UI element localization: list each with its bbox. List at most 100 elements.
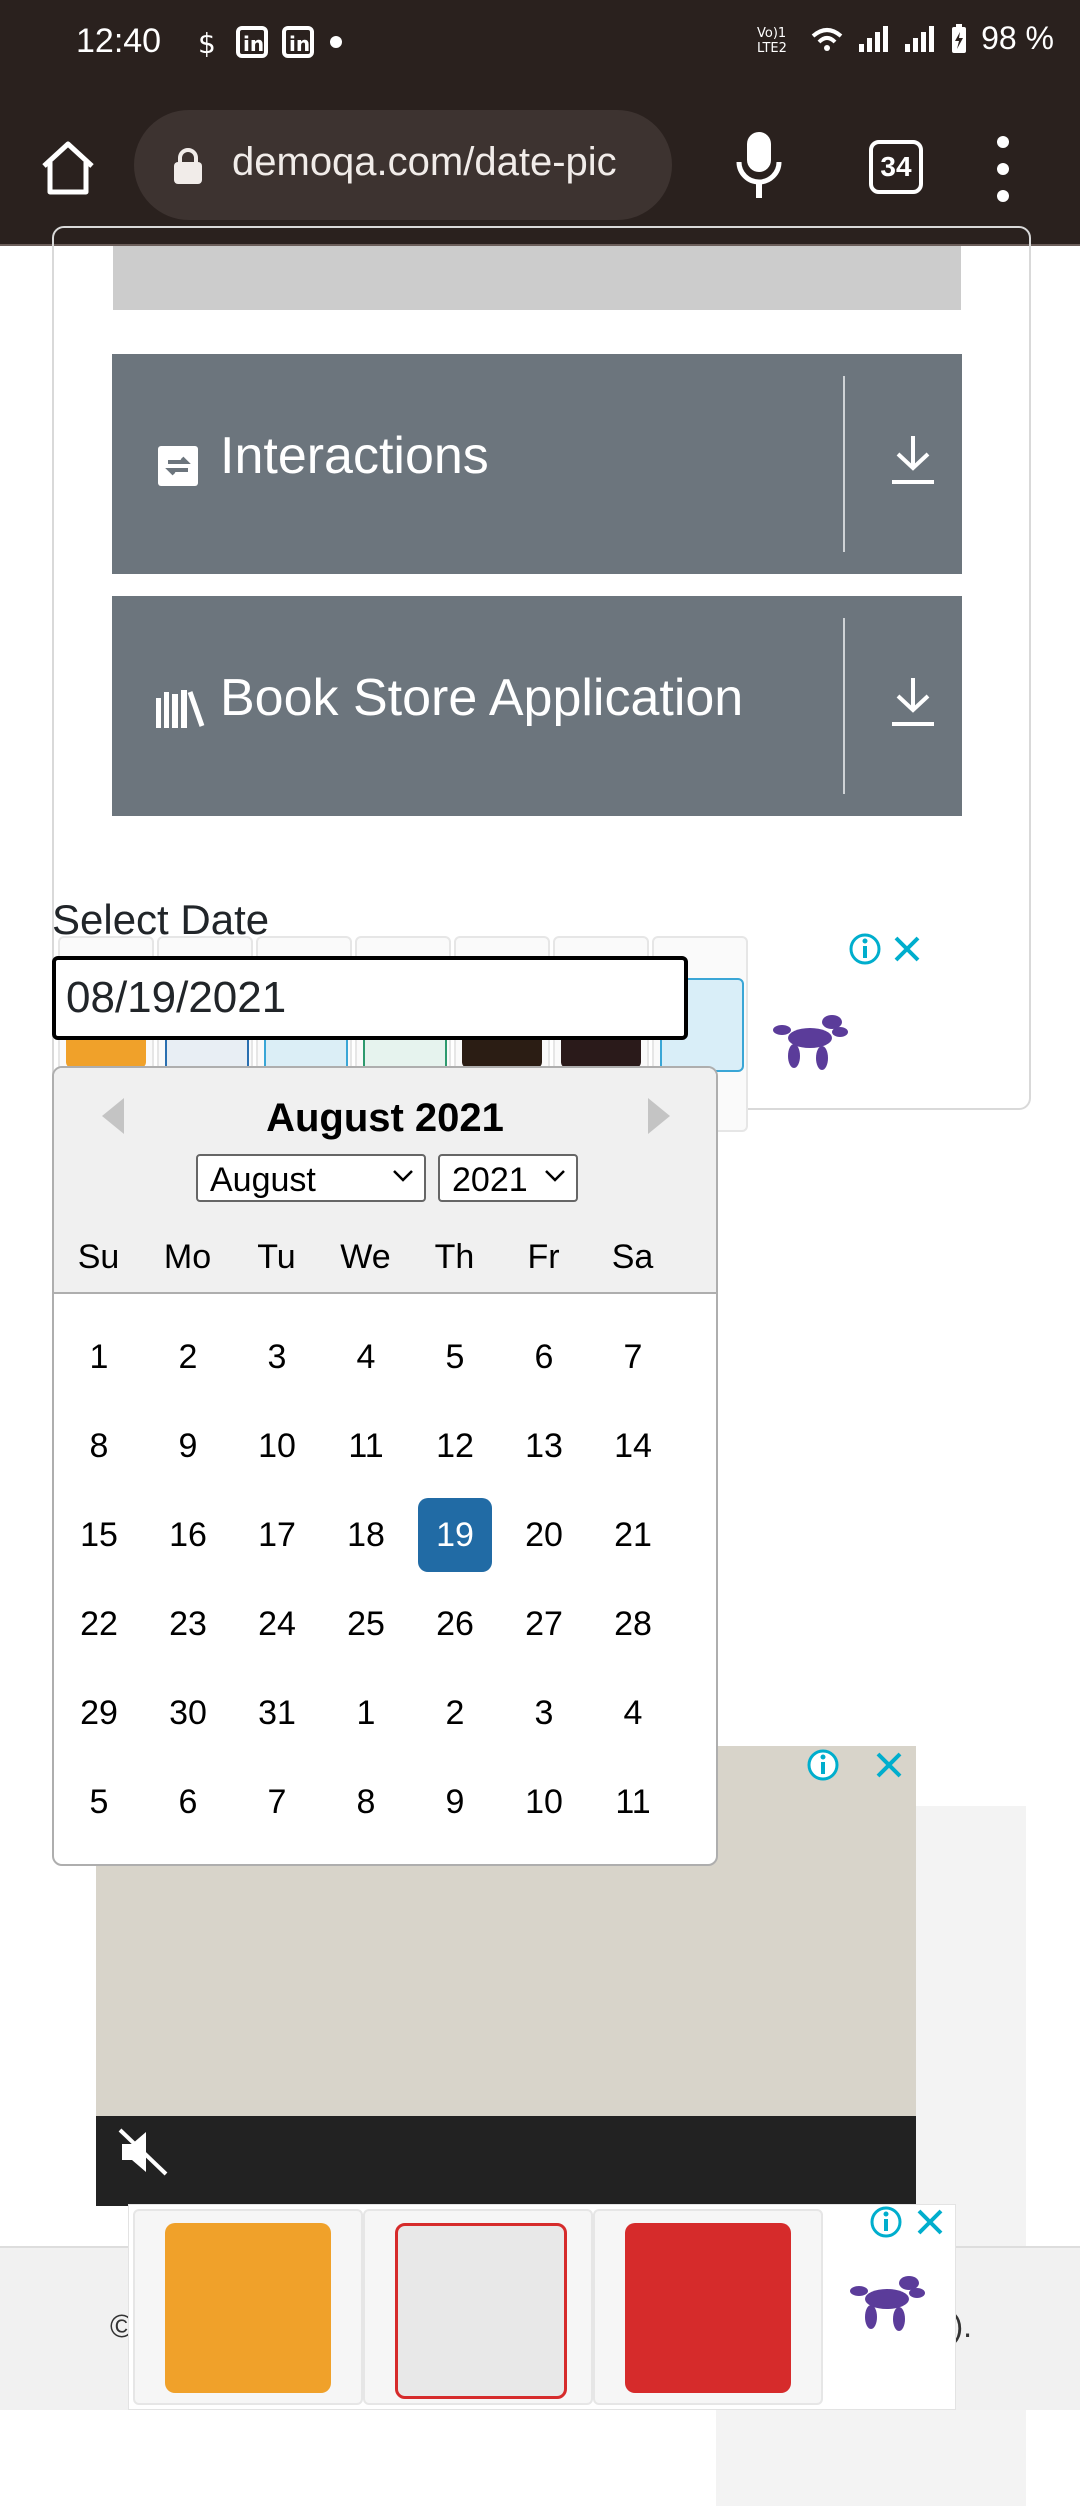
ad-controls (848, 932, 922, 966)
volte-icon: Vo)1LTE2 (757, 26, 787, 54)
year-select-value: 2021 (452, 1161, 528, 1199)
calendar-day[interactable]: 5 (418, 1320, 492, 1394)
mute-icon[interactable] (116, 2126, 172, 2178)
calendar-day[interactable]: 23 (151, 1587, 225, 1661)
video-frame (96, 2116, 916, 2206)
weekday-label: Fr (527, 1238, 560, 1276)
calendar-day[interactable]: 26 (418, 1587, 492, 1661)
svg-text:Vo)1: Vo)1 (757, 26, 786, 41)
calendar-day[interactable]: 7 (240, 1765, 314, 1839)
calendar-day[interactable]: 8 (329, 1765, 403, 1839)
calendar-day[interactable]: 30 (151, 1676, 225, 1750)
calendar-day[interactable]: 10 (507, 1765, 581, 1839)
calendar-day[interactable]: 1 (329, 1676, 403, 1750)
weekday-label: Mo (163, 1238, 212, 1276)
ad-info-icon[interactable] (806, 1748, 840, 1782)
calendar-day[interactable]: 13 (507, 1409, 581, 1483)
year-select[interactable]: 2021 (438, 1154, 578, 1202)
download-icon (892, 436, 934, 484)
calendar-day[interactable]: 1 (62, 1320, 136, 1394)
svg-text:in: in (289, 32, 310, 56)
calendar-day[interactable]: 29 (62, 1676, 136, 1750)
calendar-day[interactable]: 8 (62, 1409, 136, 1483)
calendar-day[interactable]: 15 (62, 1498, 136, 1572)
divider (843, 618, 845, 794)
bottom-ad-banner[interactable] (128, 2204, 956, 2410)
signal-icon (905, 25, 935, 52)
ad-product-image[interactable] (133, 2209, 363, 2405)
calendar-day[interactable]: 25 (329, 1587, 403, 1661)
wifi-icon (811, 27, 843, 51)
calendar-day[interactable]: 21 (596, 1498, 670, 1572)
weekday-label: Tu (257, 1238, 296, 1276)
address-bar[interactable]: demoqa.com/date-pic (134, 110, 672, 220)
next-month-button[interactable] (648, 1098, 670, 1134)
calendar-day[interactable]: 11 (329, 1409, 403, 1483)
calendar-day[interactable]: 2 (151, 1320, 225, 1394)
menu-card-label: Book Store Application (220, 669, 744, 727)
calendar-day[interactable]: 3 (507, 1676, 581, 1750)
calendar-day[interactable]: 24 (240, 1587, 314, 1661)
calendar-day[interactable]: 22 (62, 1587, 136, 1661)
calendar-day[interactable]: 9 (151, 1409, 225, 1483)
tab-switcher-button[interactable]: 34 (869, 140, 923, 194)
ad-info-icon[interactable] (848, 932, 882, 966)
calendar-day[interactable]: 3 (240, 1320, 314, 1394)
page-content: Interactions Book Store Application Sele… (0, 226, 1080, 2506)
calendar-day[interactable]: 27 (507, 1587, 581, 1661)
calendar-day[interactable]: 7 (596, 1320, 670, 1394)
calendar-day[interactable]: 31 (240, 1676, 314, 1750)
calendar-day[interactable]: 17 (240, 1498, 314, 1572)
calendar-day[interactable]: 5 (62, 1765, 136, 1839)
url-text: demoqa.com/date-pic (232, 140, 617, 184)
svg-text:$: $ (198, 27, 216, 57)
calendar-day[interactable]: 9 (418, 1765, 492, 1839)
calendar-day[interactable]: 18 (329, 1498, 403, 1572)
calendar-day[interactable]: 20 (507, 1498, 581, 1572)
month-select[interactable]: August (196, 1154, 426, 1202)
menu-card-book-store[interactable]: Book Store Application (112, 596, 962, 816)
calendar-day[interactable]: 16 (151, 1498, 225, 1572)
weekday-label: Sa (611, 1238, 654, 1276)
ad-close-icon[interactable] (915, 2207, 945, 2237)
ad-close-icon[interactable] (892, 934, 922, 964)
chevron-down-icon (393, 1170, 413, 1182)
linkedin-icon: in (236, 26, 268, 58)
calendar-day[interactable]: 28 (596, 1587, 670, 1661)
ad-product-image[interactable] (363, 2209, 593, 2405)
ad-info-icon[interactable] (869, 2205, 903, 2239)
overflow-menu-icon[interactable] (996, 134, 1010, 204)
calendar-day[interactable]: 12 (418, 1409, 492, 1483)
calendar-day[interactable]: 6 (507, 1320, 581, 1394)
calendar-day-selected[interactable]: 19 (418, 1498, 492, 1572)
calendar-day[interactable]: 14 (596, 1409, 670, 1483)
calendar-day[interactable]: 11 (596, 1765, 670, 1839)
download-icon (892, 678, 934, 726)
books-icon (156, 690, 205, 728)
calendar-title: August 2021 (266, 1096, 504, 1140)
calendar-day[interactable]: 6 (151, 1765, 225, 1839)
weekday-label: We (340, 1238, 391, 1276)
calendar-header: August 2021 August 2021 Su Mo Tu We Th Fr Sa (54, 1068, 716, 1294)
signal-icon (859, 25, 889, 52)
system-icons: Vo)1 LTE2 98 % (757, 20, 1054, 57)
svg-text:in: in (243, 32, 264, 56)
home-icon[interactable] (36, 136, 100, 200)
menu-card-interactions[interactable]: Interactions (112, 354, 962, 574)
svg-text:LTE2: LTE2 (757, 41, 787, 54)
ad-product-image[interactable] (593, 2209, 823, 2405)
sim-icon: $ (198, 27, 216, 57)
dot-icon (330, 36, 342, 48)
date-input[interactable]: 08/19/2021 (52, 956, 688, 1040)
collapsed-section (113, 246, 961, 310)
weekday-label: Th (434, 1238, 475, 1276)
battery-percent: 98 % (981, 20, 1054, 56)
linkedin-icon: in (282, 26, 314, 58)
calendar-day[interactable]: 4 (329, 1320, 403, 1394)
calendar-day[interactable]: 4 (596, 1676, 670, 1750)
microphone-icon[interactable] (733, 128, 785, 208)
calendar-day[interactable]: 10 (240, 1409, 314, 1483)
ad-close-icon[interactable] (874, 1750, 904, 1780)
calendar-day[interactable]: 2 (418, 1676, 492, 1750)
month-select-value: August (210, 1161, 316, 1199)
